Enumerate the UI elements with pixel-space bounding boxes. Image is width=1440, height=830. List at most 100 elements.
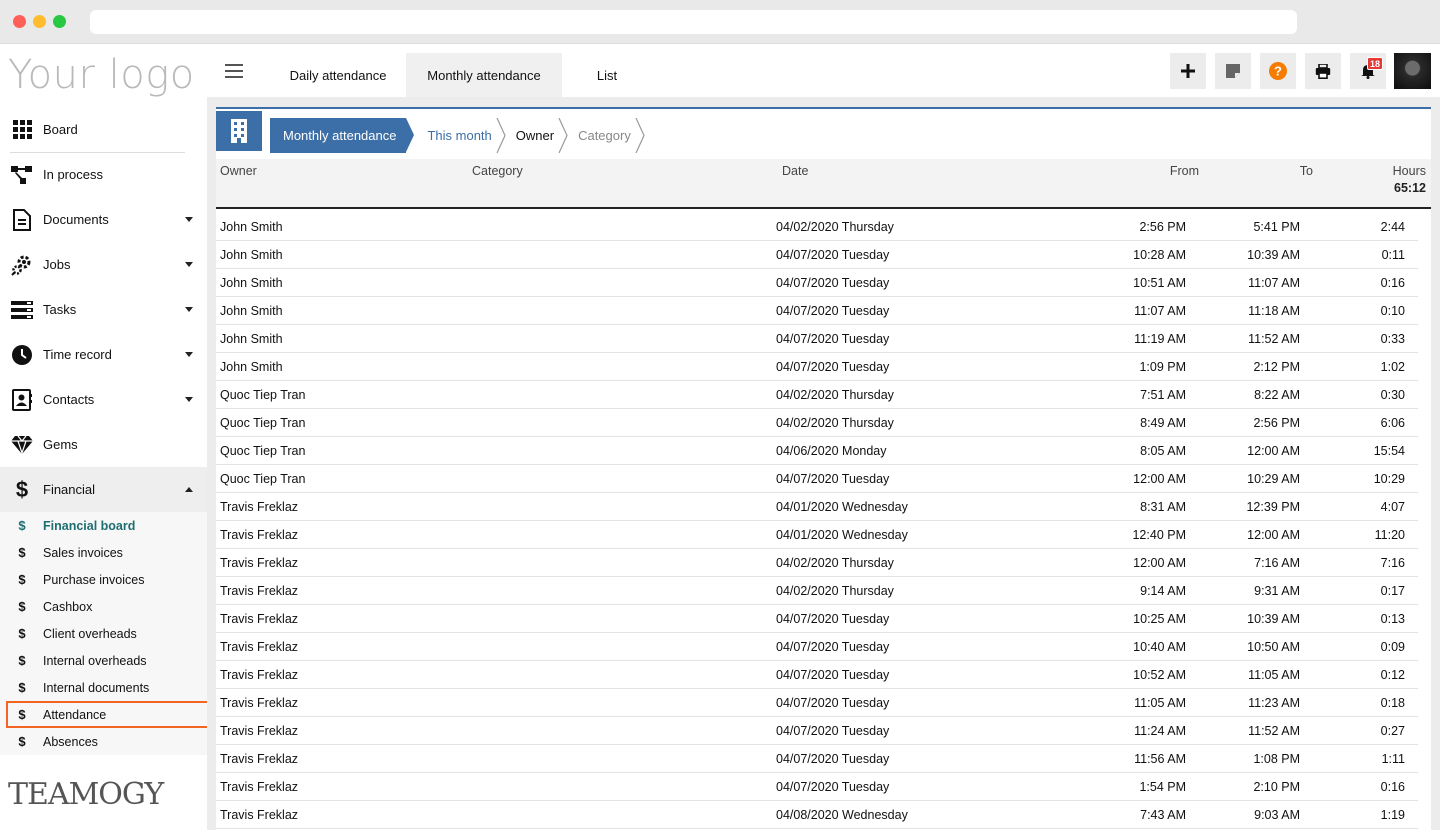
table-row[interactable]: Quoc Tiep Tran 04/02/2020 Thursday 8:49 AM… — [216, 409, 1418, 437]
tab-daily-attendance[interactable]: Daily attendance — [270, 53, 406, 97]
cell-to: 9:31 AM — [1254, 584, 1300, 598]
print-button[interactable] — [1305, 53, 1341, 89]
sidebar-item-documents[interactable]: Documents — [0, 197, 207, 242]
sidebar-subitem-cashbox[interactable]: $ Cashbox — [0, 593, 207, 620]
cell-date: 04/02/2020 Thursday — [776, 556, 894, 570]
contact-card-icon — [10, 388, 34, 412]
column-header-date[interactable]: Date — [782, 164, 808, 178]
table-row[interactable]: Travis Freklaz 04/01/2020 Wednesday 12:40 … — [216, 521, 1418, 549]
breadcrumb-monthly-attendance[interactable]: Monthly attendance — [270, 118, 415, 153]
cell-hours: 0:12 — [1380, 668, 1405, 682]
sidebar-subitem-sales-invoices[interactable]: $ Sales invoices — [0, 539, 207, 566]
table-row[interactable]: John Smith 04/07/2020 Tuesday 1:09 PM 2:12 … — [216, 353, 1418, 381]
subitem-label: Attendance — [43, 707, 107, 722]
sidebar-subitem-client-overheads[interactable]: $ Client overheads — [0, 620, 207, 647]
table-row[interactable]: Travis Freklaz 04/07/2020 Tuesday 1:54 PM 2… — [216, 773, 1418, 801]
cell-date: 04/07/2020 Tuesday — [776, 276, 890, 290]
cell-to: 1:08 PM — [1253, 752, 1300, 766]
table-row[interactable]: John Smith 04/07/2020 Tuesday 11:19 AM 11:5… — [216, 325, 1418, 353]
table-row[interactable]: Quoc Tiep Tran 04/06/2020 Monday 8:05 AM 12… — [216, 437, 1418, 465]
table-row[interactable]: Travis Freklaz 04/02/2020 Thursday 9:14 AM… — [216, 577, 1418, 605]
address-bar[interactable] — [90, 10, 1297, 34]
table-row[interactable]: Travis Freklaz 04/07/2020 Tuesday 10:52 AM… — [216, 661, 1418, 689]
avatar[interactable] — [1394, 53, 1431, 89]
cell-date: 04/07/2020 Tuesday — [776, 640, 890, 654]
column-header-owner[interactable]: Owner — [220, 164, 257, 178]
cell-hours: 10:29 — [1373, 472, 1405, 486]
cell-hours: 0:09 — [1380, 640, 1405, 654]
table-row[interactable]: Travis Freklaz 04/01/2020 Wednesday 8:31 A… — [216, 493, 1418, 521]
sidebar-item-board[interactable]: Board — [0, 107, 207, 153]
tab-list[interactable]: List — [562, 53, 652, 97]
chevron-down-icon — [185, 352, 193, 357]
subitem-label: Absences — [43, 734, 98, 749]
sidebar-subitem-internal-documents[interactable]: $ Internal documents — [0, 674, 207, 701]
cell-from: 11:56 AM — [1134, 752, 1186, 766]
sidebar-subitem-attendance[interactable]: $ Attendance — [6, 701, 209, 728]
cell-hours: 1:11 — [1381, 752, 1405, 766]
sidebar-item-label: Financial — [43, 482, 96, 497]
add-button[interactable] — [1170, 53, 1206, 89]
cell-from: 11:07 AM — [1134, 304, 1186, 318]
table-row[interactable]: Travis Freklaz 04/07/2020 Tuesday 10:40 AM… — [216, 633, 1418, 661]
cell-date: 04/07/2020 Tuesday — [776, 612, 890, 626]
sidebar-subitem-financial-board[interactable]: $ Financial board — [0, 512, 207, 539]
table-row[interactable]: Travis Freklaz 04/07/2020 Tuesday 11:24 AM… — [216, 717, 1418, 745]
cell-owner: Quoc Tiep Tran — [220, 444, 306, 458]
cell-to: 10:50 AM — [1247, 640, 1300, 654]
cell-date: 04/07/2020 Tuesday — [776, 472, 890, 486]
cell-hours: 15:54 — [1373, 444, 1405, 458]
sidebar-item-tasks[interactable]: Tasks — [0, 287, 207, 332]
sidebar-item-in-process[interactable]: In process — [0, 152, 207, 197]
sidebar-item-contacts[interactable]: Contacts — [0, 377, 207, 422]
column-header-to[interactable]: To — [1300, 164, 1313, 178]
cell-to: 2:12 PM — [1253, 360, 1300, 374]
table-row[interactable]: Quoc Tiep Tran 04/07/2020 Tuesday 12:00 AM… — [216, 465, 1418, 493]
sidebar-item-financial[interactable]: $ Financial — [0, 467, 207, 512]
breadcrumb-this-month[interactable]: This month — [406, 118, 506, 153]
menu-toggle-icon[interactable] — [225, 64, 243, 78]
cell-date: 04/07/2020 Tuesday — [776, 724, 890, 738]
table-row[interactable]: Travis Freklaz 04/07/2020 Tuesday 10:25 AM… — [216, 605, 1418, 633]
cell-from: 10:52 AM — [1133, 668, 1186, 682]
table-row[interactable]: Travis Freklaz 04/07/2020 Tuesday 11:05 AM… — [216, 689, 1418, 717]
table-row[interactable]: Travis Freklaz 04/02/2020 Thursday 12:00 A… — [216, 549, 1418, 577]
cell-from: 7:43 AM — [1140, 808, 1186, 822]
column-header-hours[interactable]: Hours — [1393, 164, 1426, 178]
cell-hours: 0:16 — [1380, 780, 1405, 794]
table-row[interactable]: Quoc Tiep Tran 04/02/2020 Thursday 7:51 AM… — [216, 381, 1418, 409]
cell-hours: 0:30 — [1380, 388, 1405, 402]
sidebar-item-time-record[interactable]: Time record — [0, 332, 207, 377]
cell-to: 2:10 PM — [1253, 780, 1300, 794]
column-header-category[interactable]: Category — [472, 164, 523, 178]
window-maximize-button[interactable] — [53, 15, 66, 28]
attendance-panel: Monthly attendance This month Owner Cate… — [216, 107, 1431, 830]
cell-owner: Travis Freklaz — [220, 584, 299, 598]
breadcrumb-owner[interactable]: Owner — [504, 118, 568, 153]
table-row[interactable]: Travis Freklaz 04/07/2020 Tuesday 11:56 AM… — [216, 745, 1418, 773]
window-close-button[interactable] — [13, 15, 26, 28]
cell-to: 5:41 PM — [1253, 220, 1300, 234]
table-row[interactable]: John Smith 04/07/2020 Tuesday 11:07 AM 11:1… — [216, 297, 1418, 325]
sidebar-subitem-internal-overheads[interactable]: $ Internal overheads — [0, 647, 207, 674]
window-minimize-button[interactable] — [33, 15, 46, 28]
tab-monthly-attendance[interactable]: Monthly attendance — [406, 53, 562, 97]
cell-date: 04/08/2020 Wednesday — [776, 808, 908, 822]
note-button[interactable] — [1215, 53, 1251, 89]
column-header-from[interactable]: From — [1170, 164, 1199, 178]
sidebar-item-jobs[interactable]: Jobs — [0, 242, 207, 287]
sidebar-subitem-purchase-invoices[interactable]: $ Purchase invoices — [0, 566, 207, 593]
help-button[interactable]: ? — [1260, 53, 1296, 89]
cell-from: 10:28 AM — [1133, 248, 1186, 262]
cell-owner: Travis Freklaz — [220, 500, 299, 514]
sidebar-item-gems[interactable]: Gems — [0, 422, 207, 467]
sidebar-subitem-absences[interactable]: $ Absences — [0, 728, 207, 755]
notifications-button[interactable]: 18 — [1350, 53, 1386, 89]
breadcrumb-category[interactable]: Category — [566, 118, 645, 153]
cell-date: 04/07/2020 Tuesday — [776, 248, 890, 262]
table-row[interactable]: John Smith 04/07/2020 Tuesday 10:28 AM 10:3… — [216, 241, 1418, 269]
table-row[interactable]: Travis Freklaz 04/08/2020 Wednesday 7:43 A… — [216, 801, 1418, 829]
table-row[interactable]: John Smith 04/07/2020 Tuesday 10:51 AM 11:0… — [216, 269, 1418, 297]
table-row[interactable]: John Smith 04/02/2020 Thursday 2:56 PM 5:41… — [216, 213, 1418, 241]
main-content: Monthly attendance This month Owner Cate… — [207, 97, 1440, 830]
